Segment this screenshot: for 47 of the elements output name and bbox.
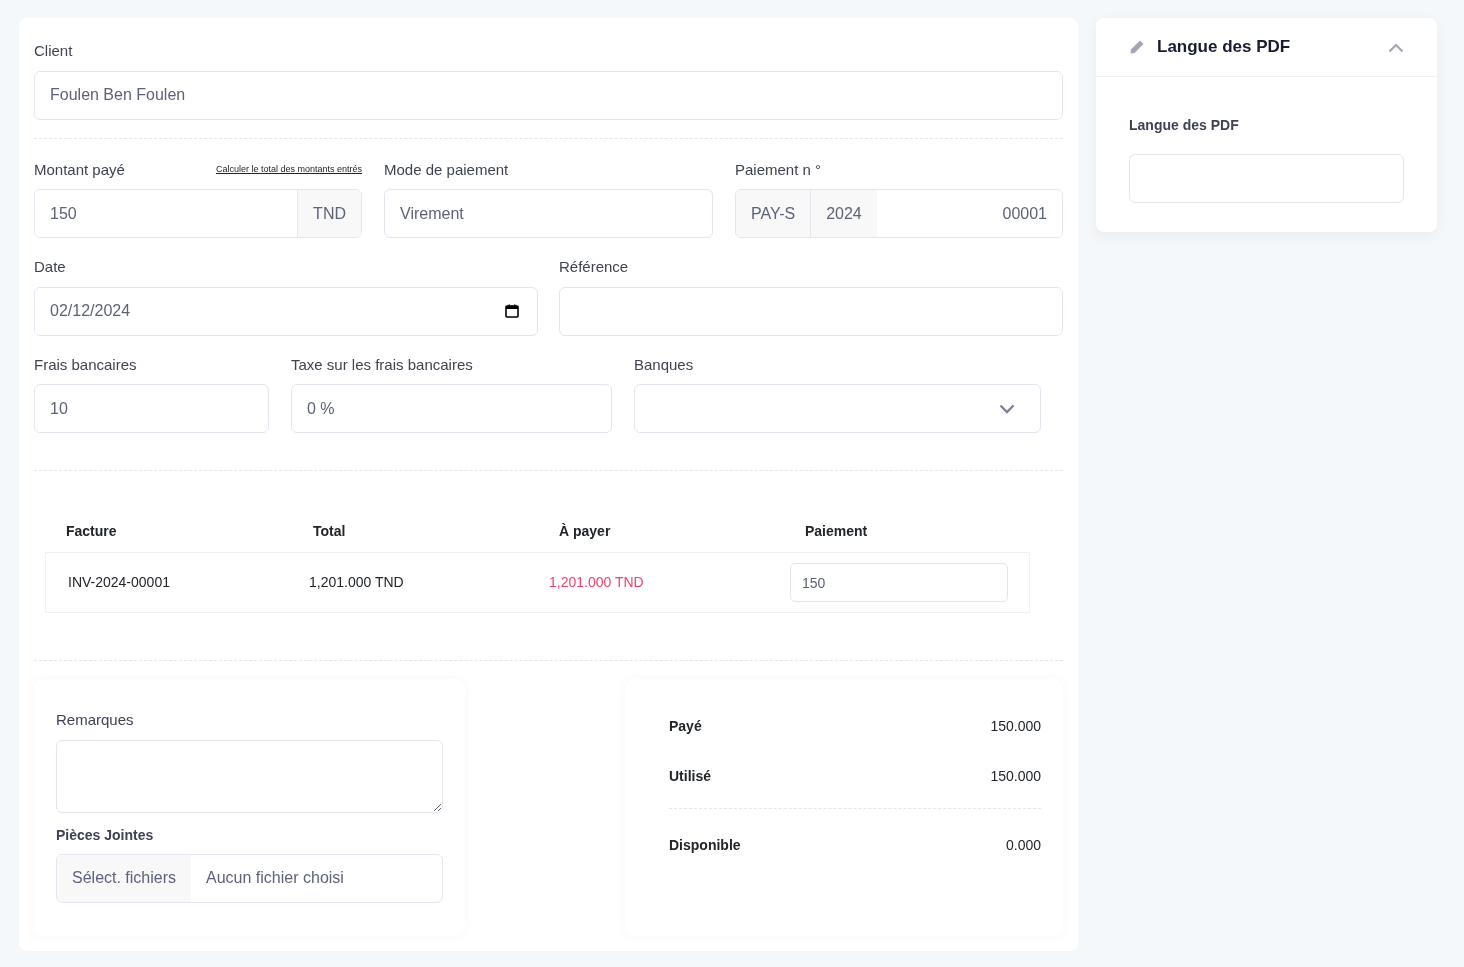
summary-label: Disponible	[669, 836, 741, 855]
calendar-icon[interactable]	[505, 304, 519, 318]
field-label: Pièces Jointes	[56, 825, 154, 845]
calculate-total-link[interactable]: Calculer le total des montants entrés	[215, 162, 362, 176]
field-label: Client	[34, 41, 73, 61]
field-label: Remarques	[56, 710, 134, 730]
amount-due-cell-text: 1,201.000 TND	[549, 573, 645, 592]
amount-field[interactable]: 150 TND	[34, 189, 362, 238]
banks-select[interactable]	[634, 384, 1041, 433]
table-cell-text: INV-2024-00001	[68, 573, 171, 592]
bank-fees-field[interactable]: 10	[34, 384, 269, 433]
reference-field[interactable]	[559, 286, 1063, 336]
summary-value: 0.000	[1005, 836, 1041, 855]
field-label: Paiement n °	[735, 159, 822, 180]
payment-mode-field[interactable]: Virement	[384, 189, 713, 238]
field-label: Montant payé	[34, 159, 125, 180]
summary-value: 150.000	[990, 767, 1041, 786]
panel-title: Langue des PDF	[1157, 36, 1292, 58]
field-label: Date	[34, 257, 66, 277]
payment-input[interactable]: 150	[790, 563, 1008, 602]
pdf-language-select[interactable]	[1129, 153, 1404, 203]
file-picker[interactable]: Sélect. fichiers Aucun fichier choisi	[56, 853, 443, 903]
payment-number-field[interactable]: PAY-S 2024 00001	[735, 189, 1063, 238]
currency-addon: TND	[297, 190, 361, 237]
remarks-field[interactable]	[56, 739, 443, 813]
client-field[interactable]: Foulen Ben Foulen	[34, 70, 1063, 120]
column-header: Total	[313, 522, 347, 541]
field-label: Banques	[634, 354, 694, 375]
column-header: Facture	[66, 522, 118, 541]
field-label: Mode de paiement	[384, 159, 509, 180]
summary-value: 150.000	[990, 717, 1041, 736]
summary-label: Payé	[669, 717, 702, 736]
field-label: Frais bancaires	[34, 354, 137, 375]
column-header: Paiement	[805, 522, 869, 541]
field-label: Taxe sur les frais bancaires	[291, 354, 473, 375]
pencil-icon	[1129, 38, 1145, 55]
summary-label: Utilisé	[669, 767, 711, 786]
chevron-down-icon	[999, 403, 1015, 414]
prefix-addon: PAY-S	[736, 190, 811, 237]
fee-tax-field[interactable]: 0 %	[291, 384, 612, 433]
table-cell-text: 1,201.000 TND	[309, 573, 405, 592]
field-label: Référence	[559, 257, 629, 277]
year-addon: 2024	[810, 190, 877, 237]
choose-files-button[interactable]: Sélect. fichiers	[57, 854, 192, 902]
field-label: Langue des PDF	[1129, 115, 1239, 135]
file-status: Aucun fichier choisi	[205, 868, 345, 888]
column-header: À payer	[559, 522, 612, 541]
